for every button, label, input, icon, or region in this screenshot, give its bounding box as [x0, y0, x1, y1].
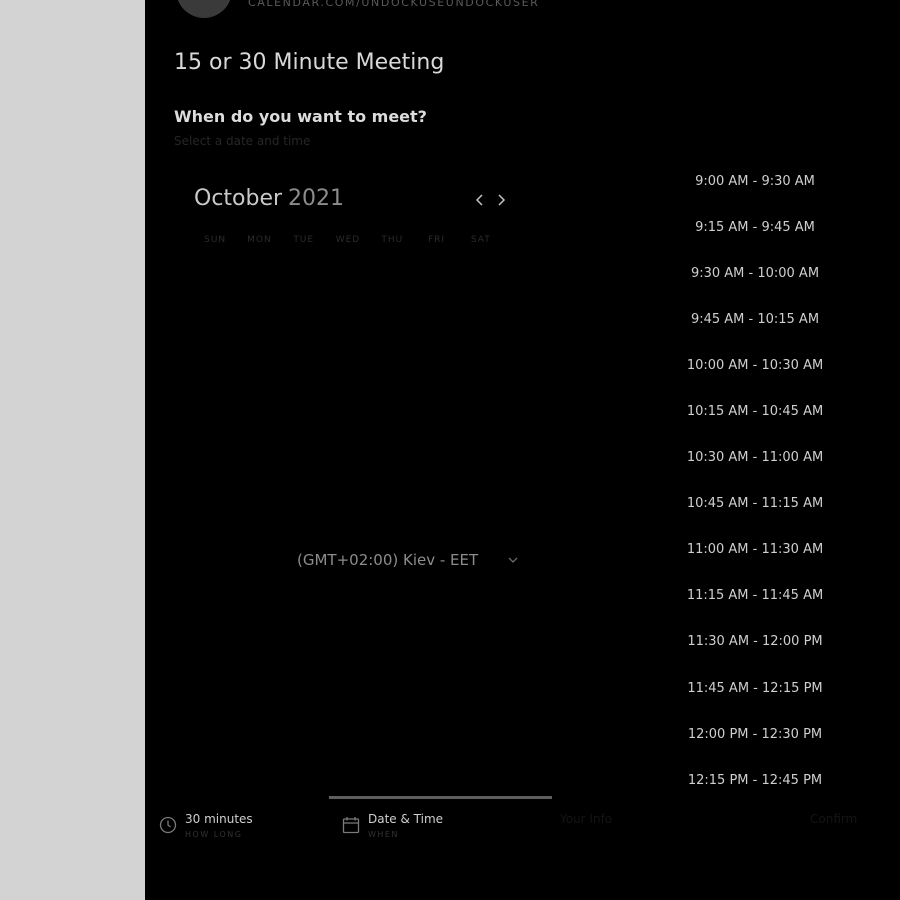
time-slot[interactable]: 9:30 AM - 10:00 AM — [665, 250, 845, 296]
booking-panel: CALENDAR.COM/UNDOCKUSEUNDOCKUSER 15 or 3… — [145, 0, 900, 900]
chevron-left-icon — [475, 194, 483, 206]
avatar — [176, 0, 232, 18]
step-label: Confirm — [810, 812, 858, 826]
active-step-indicator — [329, 796, 552, 799]
month-name: October — [194, 186, 283, 211]
page-title: 15 or 30 Minute Meeting — [174, 50, 445, 75]
time-slot[interactable]: 10:45 AM - 11:15 AM — [665, 481, 845, 527]
step-sublabel: HOW LONG — [185, 830, 243, 839]
timezone-select[interactable]: (GMT+02:00) Kiev - EET — [297, 550, 519, 572]
weekday-label: SAT — [470, 235, 491, 245]
time-slot[interactable]: 9:45 AM - 10:15 AM — [665, 296, 845, 342]
prev-month-button[interactable] — [472, 190, 488, 210]
section-subtext: Select a date and time — [174, 134, 311, 148]
timezone-value: (GMT+02:00) Kiev - EET — [297, 551, 479, 569]
weekday-label: THU — [381, 235, 404, 245]
time-slot-list: 9:00 AM - 9:30 AM 9:15 AM - 9:45 AM 9:30… — [665, 158, 845, 803]
chevron-down-icon — [508, 557, 518, 563]
weekday-label: TUE — [293, 235, 315, 245]
time-slot[interactable]: 9:00 AM - 9:30 AM — [665, 158, 845, 204]
time-slot[interactable]: 11:15 AM - 11:45 AM — [665, 573, 845, 619]
weekday-label: WED — [335, 235, 361, 245]
time-slot[interactable]: 11:45 AM - 12:15 PM — [665, 665, 845, 711]
time-slot[interactable]: 12:15 PM - 12:45 PM — [665, 757, 845, 803]
clock-icon — [159, 816, 177, 834]
weekday-header: SUN MON TUE WED THU FRI SAT — [193, 235, 503, 245]
weekday-label: SUN — [204, 235, 227, 245]
left-gutter — [0, 0, 145, 900]
weekday-label: FRI — [428, 235, 446, 245]
chevron-right-icon — [498, 194, 506, 206]
calendar-url[interactable]: CALENDAR.COM/UNDOCKUSEUNDOCKUSER — [248, 0, 539, 9]
calendar-month-label: October 2021 — [194, 186, 344, 211]
next-month-button[interactable] — [493, 190, 509, 210]
time-slot[interactable]: 12:00 PM - 12:30 PM — [665, 711, 845, 757]
time-slot[interactable]: 10:00 AM - 10:30 AM — [665, 342, 845, 388]
step-label: Your Info — [560, 812, 613, 826]
weekday-label: MON — [247, 235, 272, 245]
time-slot[interactable]: 10:15 AM - 10:45 AM — [665, 388, 845, 434]
step-sublabel: WHEN — [368, 830, 399, 839]
calendar-icon — [342, 817, 360, 834]
time-slot[interactable]: 9:15 AM - 9:45 AM — [665, 204, 845, 250]
time-slot[interactable]: 11:30 AM - 12:00 PM — [665, 619, 845, 665]
step-label: Date & Time — [368, 812, 444, 826]
time-slot[interactable]: 11:00 AM - 11:30 AM — [665, 527, 845, 573]
time-slot[interactable]: 10:30 AM - 11:00 AM — [665, 435, 845, 481]
step-label: 30 minutes — [185, 812, 253, 826]
month-year: 2021 — [288, 186, 345, 211]
section-heading: When do you want to meet? — [174, 107, 427, 126]
